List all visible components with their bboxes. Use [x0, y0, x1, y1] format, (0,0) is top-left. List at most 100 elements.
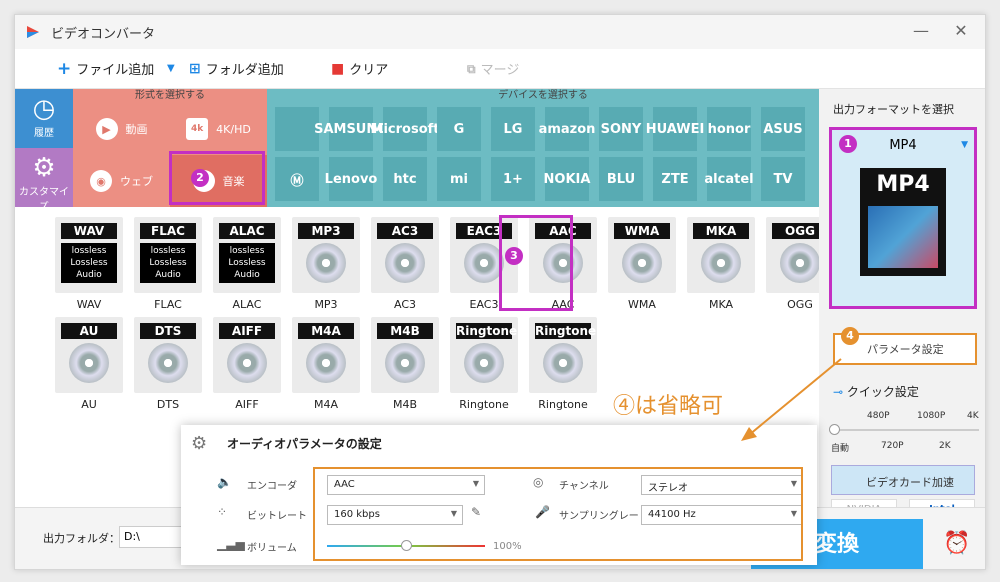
output-format-selector[interactable]: MP4 ▼ MP4 — [829, 127, 977, 309]
codec-tile-label: AIFF — [219, 323, 275, 339]
codec-tile[interactable]: AIFF — [213, 317, 281, 393]
device-header: デバイスを選択する — [498, 90, 588, 101]
codec-tile[interactable]: Ringtone — [450, 317, 518, 393]
codec-tile[interactable]: Ringtone — [529, 317, 597, 393]
codec-name: Ringtone — [538, 398, 588, 411]
codec-tile[interactable]: M4B — [371, 317, 439, 393]
annotation-number-4: 4 — [841, 327, 859, 345]
codec-tile[interactable]: MKA — [687, 217, 755, 293]
codec-tile[interactable]: AU — [55, 317, 123, 393]
device-button[interactable]: honor — [707, 107, 751, 151]
codec-tile[interactable]: MP3 — [292, 217, 360, 293]
alarm-clock-icon[interactable]: ⏰ — [943, 531, 970, 556]
audio-disc-icon — [148, 343, 188, 383]
codec-tile-label: AU — [61, 323, 117, 339]
device-button[interactable]: G — [437, 107, 481, 151]
volume-bars-icon: ▁▃▅ — [217, 537, 245, 551]
add-file-label: ファイル追加 — [76, 63, 155, 78]
quality-slider[interactable] — [829, 424, 979, 435]
web-category-button[interactable]: ◉ ウェブ — [73, 155, 170, 207]
device-button[interactable]: alcatel — [704, 157, 754, 201]
audio-parameter-dialog: ⚙ オーディオパラメータの設定 🔈 エンコーダ AAC ⁘ ビットレート 160… — [181, 425, 817, 565]
audio-disc-icon — [385, 243, 425, 283]
codec-name: M4B — [392, 398, 418, 411]
add-file-button[interactable]: + ファイル追加 — [57, 59, 154, 78]
video-category-button[interactable]: ▶ 動画 — [73, 103, 170, 155]
encoder-label: エンコーダ — [247, 481, 297, 492]
device-button[interactable]: Lenovo — [325, 157, 377, 201]
device-button[interactable]: SONY — [599, 107, 643, 151]
device-button[interactable]: BLU — [599, 157, 643, 201]
folder-plus-icon: ⊞ — [189, 60, 201, 77]
tick-720p: 720P — [881, 441, 904, 451]
audio-disc-icon — [622, 243, 662, 283]
title-bar: ビデオコンバータ — ✕ — [15, 15, 985, 49]
custom-button[interactable]: ⚙カスタマイズ — [15, 148, 73, 213]
audio-disc-icon — [69, 343, 109, 383]
audio-disc-icon — [543, 343, 583, 383]
device-button[interactable]: SAMSUNG — [314, 107, 388, 151]
device-button[interactable]: amazon — [539, 107, 595, 151]
codec-name: ALAC — [232, 298, 262, 311]
codec-tile[interactable]: AC3 — [371, 217, 439, 293]
codec-name: WMA — [628, 298, 656, 311]
codec-tile[interactable]: M4A — [292, 317, 360, 393]
merge-label: マージ — [480, 63, 520, 78]
codec-name: MKA — [708, 298, 734, 311]
device-button[interactable]: htc — [383, 157, 427, 201]
close-button[interactable]: ✕ — [951, 21, 971, 40]
add-folder-label: フォルダ追加 — [205, 63, 284, 78]
format-header: 形式を選択する — [135, 90, 205, 101]
device-button[interactable]: 1+ — [491, 157, 535, 201]
annotation-box-4 — [313, 467, 803, 561]
codec-name: WAV — [76, 298, 102, 311]
device-button[interactable]: TV — [761, 157, 805, 201]
codec-tile[interactable]: WMA — [608, 217, 676, 293]
chevron-down-icon: ▼ — [961, 140, 968, 150]
app-logo-icon — [27, 26, 39, 38]
audio-disc-icon — [227, 343, 267, 383]
plus-icon: + — [57, 58, 72, 79]
history-button[interactable]: ◷ 履歴 — [15, 89, 73, 148]
thumbnail-label: MP4 — [876, 172, 930, 197]
bitrate-label: ビットレート — [247, 511, 307, 522]
device-button[interactable]: NOKIA — [544, 157, 590, 201]
codec-tile[interactable]: FLAC lossless Lossless Audio — [134, 217, 202, 293]
device-button[interactable] — [275, 107, 319, 151]
toolbar: + ファイル追加 ▼ ⊞ フォルダ追加 ■ クリア ⧉ マージ — [15, 49, 985, 89]
codec-name: DTS — [156, 398, 180, 411]
device-button[interactable]: mi — [437, 157, 481, 201]
clear-button[interactable]: ■ クリア — [331, 59, 388, 79]
codec-name: MP3 — [314, 298, 338, 311]
annotation-arrow-icon — [741, 358, 842, 441]
audio-disc-icon — [464, 343, 504, 383]
codec-tile[interactable]: ALAC lossless Lossless Audio — [213, 217, 281, 293]
device-button[interactable]: ZTE — [653, 157, 697, 201]
lossless-badge: lossless Lossless Audio — [219, 243, 275, 283]
codec-tile[interactable]: DTS — [134, 317, 202, 393]
annotation-number-3: 3 — [505, 247, 523, 265]
device-button[interactable]: ASUS — [761, 107, 805, 151]
audio-disc-icon — [385, 343, 425, 383]
web-label: ウェブ — [120, 175, 153, 188]
codec-tile-label: AC3 — [377, 223, 433, 239]
codec-tile-label: WMA — [614, 223, 670, 239]
gpu-acceleration-button[interactable]: ビデオカード加速 — [831, 465, 975, 495]
add-folder-button[interactable]: ⊞ フォルダ追加 — [189, 59, 284, 79]
history-label: 履歴 — [34, 128, 54, 139]
device-button[interactable]: Microsoft — [371, 107, 440, 151]
device-button[interactable]: LG — [491, 107, 535, 151]
chrome-icon: ◉ — [90, 170, 112, 192]
codec-tile-label: DTS — [140, 323, 196, 339]
device-button[interactable]: HUAWEI — [646, 107, 704, 151]
minimize-button[interactable]: — — [911, 21, 931, 40]
left-nav: ◷ 履歴 ⚙カスタマイズ — [15, 89, 73, 213]
dropdown-arrow-icon[interactable]: ▼ — [167, 63, 175, 74]
lossless-badge: lossless Lossless Audio — [61, 243, 117, 283]
codec-tile[interactable]: WAV lossless Lossless Audio — [55, 217, 123, 293]
fourk-category-button[interactable]: 4k 4K/HD — [170, 103, 267, 155]
lossless-badge: lossless Lossless Audio — [140, 243, 196, 283]
codec-name: Ringtone — [459, 398, 509, 411]
device-button[interactable]: Ⓜ — [275, 157, 319, 201]
merge-button[interactable]: ⧉ マージ — [467, 59, 520, 79]
